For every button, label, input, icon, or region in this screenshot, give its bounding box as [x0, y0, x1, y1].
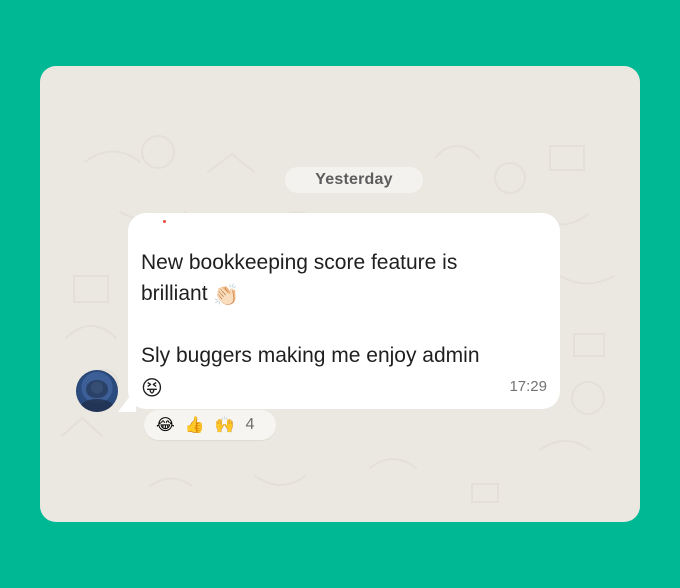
- laugh-emoji-icon[interactable]: 😂: [156, 417, 175, 433]
- message-text-line-1: New bookkeeping score feature is: [141, 251, 458, 274]
- date-separator: Yesterday: [285, 167, 423, 193]
- chat-window: Yesterday New bookkeeping score feature …: [40, 66, 640, 522]
- message-paragraph-gap: [141, 309, 512, 340]
- message-line: brilliant 👏🏻: [141, 278, 512, 309]
- raised-hands-emoji-icon[interactable]: 🙌: [215, 417, 235, 433]
- message-text-line-2: brilliant: [141, 282, 208, 305]
- message-line: New bookkeeping score feature is: [141, 247, 512, 278]
- reactions-bar[interactable]: 😂 👍 🙌 4: [144, 410, 276, 440]
- tongue-face-icon: 😝: [141, 376, 163, 400]
- message-line: 😝: [141, 371, 512, 402]
- clapping-hands-icon: 👏🏻: [213, 283, 240, 307]
- thumbs-up-emoji-icon[interactable]: 👍: [185, 417, 205, 433]
- message-time: 17:29: [509, 378, 547, 395]
- sender-indicator: [163, 220, 166, 223]
- message-bubble[interactable]: New bookkeeping score feature is brillia…: [128, 213, 560, 409]
- avatar[interactable]: [76, 370, 118, 412]
- message-text-line-3: Sly buggers making me enjoy admin: [141, 344, 480, 367]
- message-line: Sly buggers making me enjoy admin: [141, 340, 512, 371]
- reaction-count: 4: [245, 416, 255, 433]
